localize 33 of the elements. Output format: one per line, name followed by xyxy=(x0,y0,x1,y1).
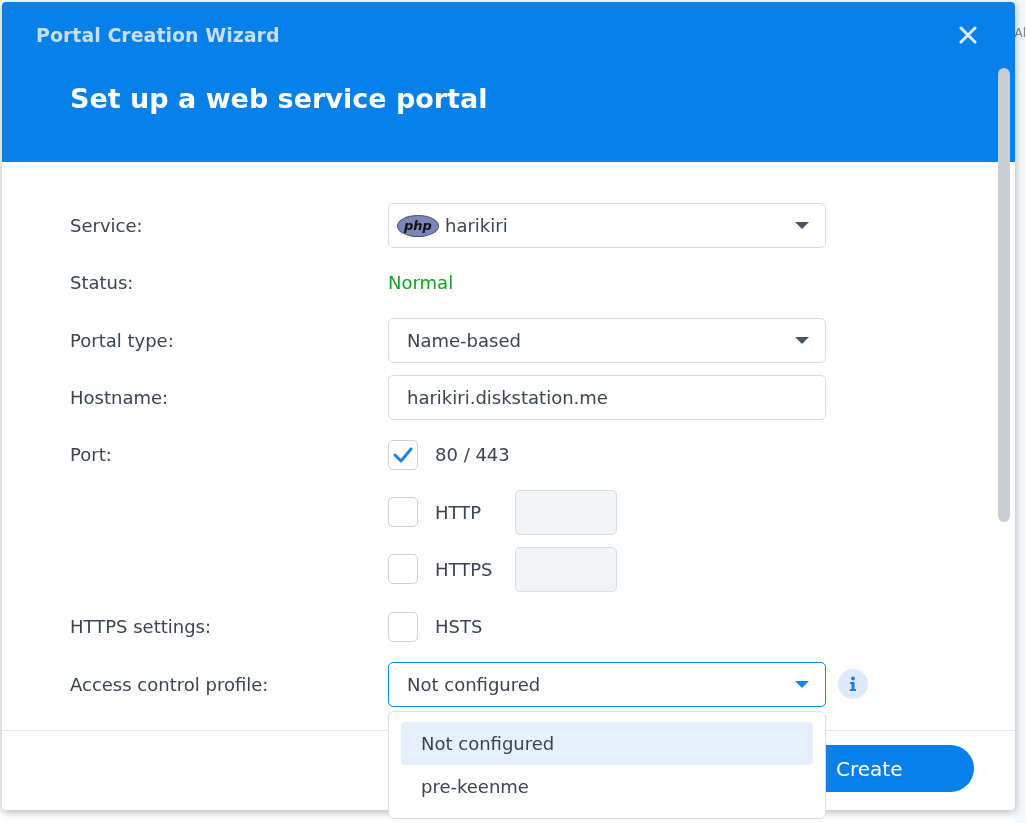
hostname-field[interactable]: harikiri.diskstation.me xyxy=(388,375,826,421)
checkbox-label: HTTP xyxy=(435,501,483,523)
window-title: Portal Creation Wizard xyxy=(36,24,280,46)
checkbox-label: HTTPS xyxy=(435,558,494,580)
caret-icon xyxy=(795,336,809,344)
dropdown-field[interactable]: Name-based xyxy=(388,317,826,363)
checkbox[interactable] xyxy=(388,611,418,642)
scrollbar[interactable] xyxy=(998,68,1010,522)
dropdown-field[interactable]: Not configured xyxy=(388,661,826,707)
field-label: Status: xyxy=(70,272,134,294)
php-logo: php xyxy=(397,214,439,237)
port-field[interactable] xyxy=(515,546,617,592)
checkbox[interactable] xyxy=(388,497,418,528)
field-label: Service: xyxy=(70,215,143,237)
checkbox[interactable] xyxy=(388,439,418,470)
dropdown-field[interactable]: php harikiri xyxy=(388,203,826,249)
close-icon[interactable] xyxy=(959,26,977,44)
background-text: Al xyxy=(1014,26,1026,40)
field-label: Port: xyxy=(70,444,112,466)
caret-icon xyxy=(795,222,809,230)
port-field[interactable] xyxy=(515,489,617,535)
dialog-heading: Set up a web service portal xyxy=(70,83,488,114)
info-icon[interactable] xyxy=(838,669,868,699)
dropdown-option[interactable]: Not configured xyxy=(401,721,813,765)
field-label: Access control profile: xyxy=(70,673,269,695)
checkbox-label: 80 / 443 xyxy=(435,444,510,466)
field-label: Portal type: xyxy=(70,329,174,351)
status-text: Normal xyxy=(388,272,454,294)
field-label: HTTPS settings: xyxy=(70,616,212,638)
checkbox-label: HSTS xyxy=(435,616,483,638)
caret-icon xyxy=(795,680,809,688)
field-label: Hostname: xyxy=(70,387,169,409)
checkbox[interactable] xyxy=(388,554,418,585)
